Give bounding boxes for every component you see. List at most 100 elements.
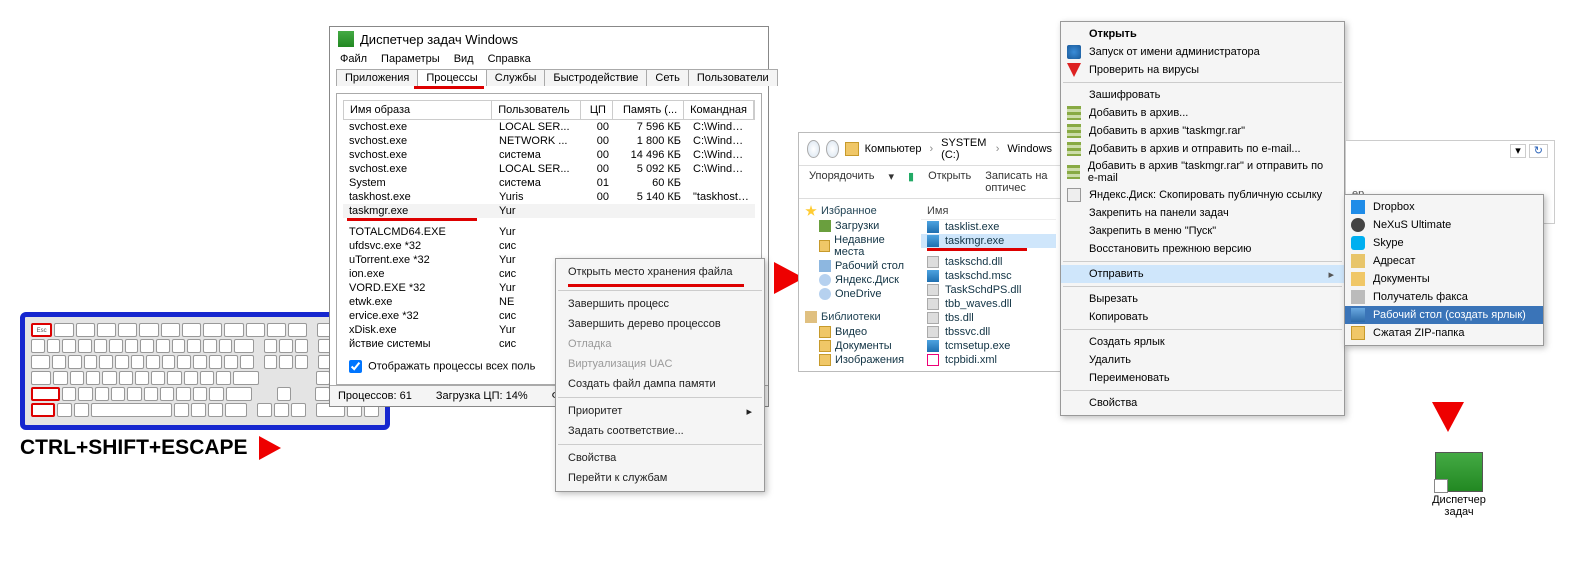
show-all-checkbox-input[interactable] xyxy=(349,360,362,373)
col-user[interactable]: Пользователь xyxy=(492,101,581,119)
sendto-item[interactable]: NeXuS Ultimate xyxy=(1345,216,1543,234)
file-item[interactable]: tasklist.exe xyxy=(921,220,1056,234)
nav-back-icon[interactable] xyxy=(807,140,820,158)
tab-performance[interactable]: Быстродействие xyxy=(544,69,647,86)
sidebar-onedrive[interactable]: OneDrive xyxy=(805,287,911,301)
sendto-item[interactable]: Skype xyxy=(1345,234,1543,252)
menu-view[interactable]: Вид xyxy=(454,53,474,65)
ctx-item[interactable]: Свойства xyxy=(1061,394,1344,412)
ctx-item[interactable]: Создать ярлык xyxy=(1061,333,1344,351)
ctx-item[interactable]: Создать файл дампа памяти xyxy=(556,374,764,394)
key-n xyxy=(144,387,158,401)
sendto-item[interactable]: Документы xyxy=(1345,270,1543,288)
file-item[interactable]: tcpbidi.xml xyxy=(921,353,1056,367)
sidebar-libraries[interactable]: Библиотеки xyxy=(805,311,911,323)
ctx-item[interactable]: Закрепить в меню "Пуск" xyxy=(1061,222,1344,240)
nav-fwd-icon[interactable] xyxy=(826,140,839,158)
tool-open[interactable]: Открыть xyxy=(928,170,971,194)
ctx-item[interactable]: Добавить в архив и отправить по e-mail..… xyxy=(1061,140,1344,158)
file-item[interactable]: tbb_waves.dll xyxy=(921,297,1056,311)
sendto-item[interactable]: Dropbox xyxy=(1345,198,1543,216)
file-item[interactable]: taskschd.msc xyxy=(921,269,1056,283)
process-row[interactable]: svchost.exeLOCAL SER...005 092 КБC:\Wind… xyxy=(343,162,755,176)
ctx-item[interactable]: Свойства xyxy=(556,448,764,468)
file-item[interactable]: tcmsetup.exe xyxy=(921,339,1056,353)
process-row[interactable]: Systemсистема0160 КБ xyxy=(343,176,755,190)
explorer-addressbar[interactable]: Компьютер SYSTEM (C:) Windows xyxy=(799,133,1060,166)
refresh-icon2[interactable]: ↻ xyxy=(1529,144,1548,158)
tool-burn[interactable]: Записать на оптичес xyxy=(985,170,1050,194)
ctx-item[interactable]: Добавить в архив "taskmgr.rar" xyxy=(1061,122,1344,140)
process-row[interactable]: TOTALCMD64.EXEYur xyxy=(343,225,755,239)
sidebar-downloads[interactable]: Загрузки xyxy=(805,219,911,233)
process-row[interactable]: ufdsvc.exe *32сис xyxy=(343,239,755,253)
ctx-item[interactable]: Отправить▸ xyxy=(1061,265,1344,283)
ctx-item[interactable]: Перейти к службам xyxy=(556,468,764,488)
sendto-item[interactable]: Сжатая ZIP-папка xyxy=(1345,324,1543,342)
process-row[interactable]: taskhost.exeYuris005 140 КБ"taskhost.ex xyxy=(343,190,755,204)
file-item[interactable]: taskschd.dll xyxy=(921,255,1056,269)
file-item[interactable]: TaskSchdPS.dll xyxy=(921,283,1056,297)
refresh-icon[interactable]: ▾ xyxy=(1510,144,1526,158)
tab-applications[interactable]: Приложения xyxy=(336,69,418,86)
sendto-item[interactable]: Рабочий стол (создать ярлык) xyxy=(1345,306,1543,324)
tab-services[interactable]: Службы xyxy=(486,69,546,86)
ctx-item[interactable]: Вырезать xyxy=(1061,290,1344,308)
menu-options[interactable]: Параметры xyxy=(381,53,440,65)
breadcrumb-root[interactable]: Компьютер xyxy=(865,143,922,155)
process-row[interactable]: svchost.exeсистема0014 496 КБC:\Windows xyxy=(343,148,755,162)
ctx-item[interactable]: Открыть xyxy=(1061,25,1344,43)
tab-processes[interactable]: Процессы xyxy=(417,69,486,86)
ctx-item[interactable]: Приоритет ▸ xyxy=(556,401,764,421)
sidebar-favorites[interactable]: Избранное xyxy=(805,205,911,217)
col-cpu[interactable]: ЦП xyxy=(581,101,613,119)
ctx-item[interactable]: Восстановить прежнюю версию xyxy=(1061,240,1344,258)
process-cpu xyxy=(583,204,615,218)
ctx-item[interactable]: Проверить на вирусы xyxy=(1061,61,1344,79)
process-row[interactable]: taskmgr.exeYur xyxy=(343,204,755,218)
process-cpu xyxy=(583,225,615,239)
ctx-item[interactable]: Переименовать xyxy=(1061,369,1344,387)
ctx-item[interactable]: Завершить процесс xyxy=(556,294,764,314)
ctx-item[interactable]: Удалить xyxy=(1061,351,1344,369)
sidebar-recent[interactable]: Недавние места xyxy=(805,233,911,259)
ctx-item[interactable]: Копировать xyxy=(1061,308,1344,326)
col-mem[interactable]: Память (... xyxy=(613,101,684,119)
ctx-item[interactable]: Добавить в архив... xyxy=(1061,104,1344,122)
sidebar-yandex[interactable]: Яндекс.Диск xyxy=(805,273,911,287)
sendto-item[interactable]: Получатель факса xyxy=(1345,288,1543,306)
sidebar-video[interactable]: Видео xyxy=(805,325,911,339)
breadcrumb-folder[interactable]: Windows xyxy=(1007,143,1052,155)
col-cmd[interactable]: Командная xyxy=(684,101,754,119)
sidebar-documents[interactable]: Документы xyxy=(805,339,911,353)
col-filename[interactable]: Имя xyxy=(921,203,1056,220)
ctx-item[interactable]: Открыть место хранения файла xyxy=(556,262,764,282)
menu-file[interactable]: Файл xyxy=(340,53,367,65)
ctx-item[interactable]: Зашифровать xyxy=(1061,86,1344,104)
process-row[interactable]: svchost.exeLOCAL SER...007 596 КБC:\Wind… xyxy=(343,120,755,134)
ctx-item[interactable]: Закрепить на панели задач xyxy=(1061,204,1344,222)
process-row[interactable]: svchost.exeNETWORK ...001 800 КБC:\Windo… xyxy=(343,134,755,148)
desktop-shortcut[interactable]: Диспетчер задач xyxy=(1414,452,1504,518)
key-5 xyxy=(109,339,123,353)
ctx-item[interactable]: Завершить дерево процессов xyxy=(556,314,764,334)
col-name[interactable]: Имя образа xyxy=(344,101,492,119)
ctx-item[interactable]: Запуск от имени администратора xyxy=(1061,43,1344,61)
ctx-item[interactable]: Добавить в архив "taskmgr.rar" и отправи… xyxy=(1061,158,1344,186)
sidebar-desktop[interactable]: Рабочий стол xyxy=(805,259,911,273)
desktop-icon xyxy=(819,260,831,272)
tab-network[interactable]: Сеть xyxy=(646,69,688,86)
breadcrumb-drive[interactable]: SYSTEM (C:) xyxy=(941,137,988,161)
taskmgr-title-text: Диспетчер задач Windows xyxy=(360,32,518,47)
file-item[interactable]: tbs.dll xyxy=(921,311,1056,325)
ctx-item[interactable]: Задать соответствие... xyxy=(556,421,764,441)
file-item[interactable]: taskmgr.exe xyxy=(921,234,1056,248)
tab-users[interactable]: Пользователи xyxy=(688,69,778,86)
ctx-item[interactable]: Яндекс.Диск: Скопировать публичную ссылк… xyxy=(1061,186,1344,204)
sidebar-images[interactable]: Изображения xyxy=(805,353,911,367)
file-item[interactable]: tbssvc.dll xyxy=(921,325,1056,339)
sendto-item[interactable]: Адресат xyxy=(1345,252,1543,270)
explorer-window: Компьютер SYSTEM (C:) Windows Упорядочит… xyxy=(798,132,1061,372)
tool-organize[interactable]: Упорядочить xyxy=(809,170,874,194)
menu-help[interactable]: Справка xyxy=(488,53,531,65)
